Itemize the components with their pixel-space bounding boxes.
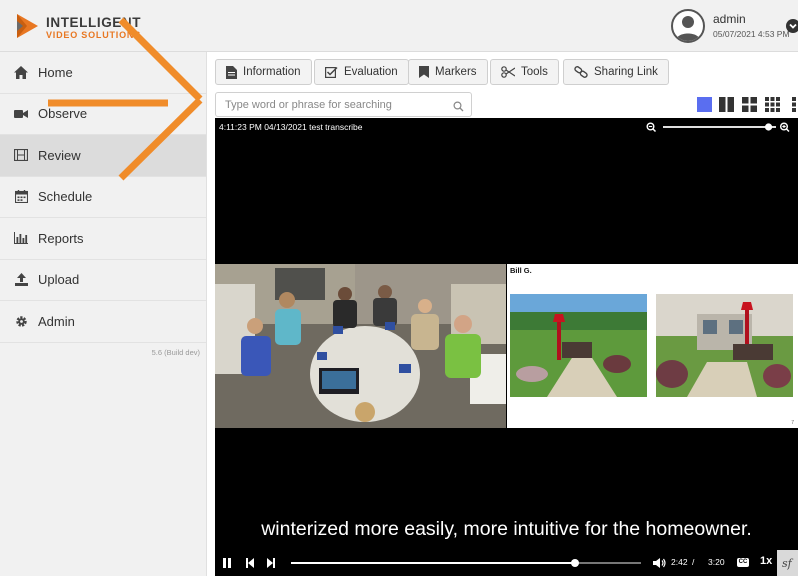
calendar-icon bbox=[14, 190, 28, 204]
slide-photo-1 bbox=[510, 294, 647, 397]
presentation-slide: Bill G. 7 bbox=[507, 264, 798, 428]
layout-two-column-button[interactable] bbox=[719, 97, 734, 112]
player-controls: 2:42 / 3:20 CC 1x sf bbox=[215, 550, 798, 576]
sidebar-item-reports[interactable]: Reports bbox=[0, 218, 206, 260]
search-input[interactable] bbox=[216, 93, 451, 116]
sidebar-item-label: Upload bbox=[38, 272, 80, 288]
sidebar-item-home[interactable]: Home bbox=[0, 52, 206, 94]
top-header: INTELLIGENT VIDEO SOLUTIONS admin 05/07/… bbox=[0, 0, 798, 52]
gear-icon bbox=[14, 314, 28, 328]
home-icon bbox=[14, 65, 28, 79]
information-button-label: Information bbox=[243, 66, 301, 78]
bookmark-icon bbox=[419, 66, 429, 78]
build-version: 5.6 (Build dev) bbox=[151, 348, 200, 357]
playback-speed-button[interactable]: 1x bbox=[760, 555, 772, 567]
slide-title: Bill G. bbox=[510, 266, 532, 275]
sidebar-item-label: Admin bbox=[38, 313, 75, 329]
layout-columns-icon bbox=[719, 97, 734, 112]
playback-progress-fill bbox=[291, 562, 575, 564]
zoom-in-icon bbox=[779, 122, 790, 133]
sidebar: Home Observe Review Schedule Reports Upl… bbox=[0, 52, 207, 576]
layout-single-icon bbox=[697, 97, 712, 112]
search-icon[interactable] bbox=[453, 99, 464, 117]
layout-grid-3x3-icon bbox=[765, 97, 780, 112]
sidebar-item-observe[interactable]: Observe bbox=[0, 94, 206, 135]
sidebar-item-label: Observe bbox=[38, 106, 88, 122]
layout-single-button[interactable] bbox=[697, 97, 712, 112]
edit-checkbox-icon bbox=[325, 66, 338, 78]
sidebar-item-label: Home bbox=[38, 64, 73, 80]
logo-text-line1: INTELLIGENT bbox=[46, 15, 142, 30]
logo-mark-icon bbox=[17, 14, 38, 38]
layout-grid-icon bbox=[742, 97, 757, 112]
information-button[interactable]: Information bbox=[215, 59, 312, 85]
slide-photos bbox=[510, 294, 793, 397]
closed-captions-button[interactable]: CC bbox=[737, 558, 749, 567]
playback-scrubber-handle[interactable] bbox=[570, 559, 579, 567]
skip-back-icon[interactable] bbox=[245, 556, 255, 574]
current-time: 2:42 bbox=[671, 557, 688, 567]
video-content: Bill G. 7 bbox=[215, 264, 798, 428]
layout-grid-2x2-button[interactable] bbox=[742, 97, 757, 112]
sidebar-item-upload[interactable]: Upload bbox=[0, 260, 206, 301]
layout-list-button[interactable] bbox=[788, 97, 798, 112]
volume-icon[interactable] bbox=[653, 556, 666, 574]
user-datetime: 05/07/2021 4:53 PM bbox=[713, 29, 790, 39]
video-camera-icon bbox=[14, 107, 28, 121]
sidebar-item-schedule[interactable]: Schedule bbox=[0, 177, 206, 218]
duration: 3:20 bbox=[708, 557, 725, 567]
markers-button-label: Markers bbox=[435, 66, 477, 78]
layout-grid-3x3-button[interactable] bbox=[765, 97, 780, 112]
app-window: INTELLIGENT VIDEO SOLUTIONS admin 05/07/… bbox=[0, 0, 798, 576]
time-separator: / bbox=[692, 557, 695, 567]
sharing-link-button[interactable]: Sharing Link bbox=[563, 59, 669, 85]
svg-text:sf: sf bbox=[782, 557, 794, 570]
transcript-search bbox=[215, 92, 472, 117]
closed-caption-text: winterized more easily, more intuitive f… bbox=[261, 518, 752, 540]
slide-page-number: 7 bbox=[791, 420, 794, 426]
slide-photo-2 bbox=[656, 294, 793, 397]
sidebar-item-admin[interactable]: Admin bbox=[0, 301, 206, 343]
markers-button[interactable]: Markers bbox=[408, 59, 488, 85]
user-avatar[interactable] bbox=[671, 9, 705, 43]
evaluation-button[interactable]: Evaluation bbox=[314, 59, 409, 85]
video-player[interactable]: 4:11:23 PM 04/13/2021 test transcribe Bi… bbox=[215, 118, 798, 576]
user-silhouette-icon bbox=[676, 16, 700, 41]
zoom-slider-handle bbox=[764, 123, 773, 131]
logo-text-line2: VIDEO SOLUTIONS bbox=[46, 30, 142, 40]
evaluation-button-label: Evaluation bbox=[344, 66, 398, 78]
sidebar-item-label: Reports bbox=[38, 230, 84, 246]
link-icon bbox=[574, 66, 588, 78]
tools-button-label: Tools bbox=[521, 66, 548, 78]
sidebar-item-review[interactable]: Review bbox=[0, 135, 206, 177]
sidebar-item-label: Review bbox=[38, 147, 81, 163]
tools-button[interactable]: Tools bbox=[490, 59, 559, 85]
sharing-link-button-label: Sharing Link bbox=[594, 66, 658, 78]
meeting-camera-feed bbox=[215, 264, 506, 428]
scissors-icon bbox=[501, 66, 515, 78]
user-menu-chevron-down-icon[interactable] bbox=[786, 19, 798, 33]
skip-forward-icon[interactable] bbox=[266, 556, 276, 574]
film-icon bbox=[14, 148, 28, 162]
playback-progress-bar[interactable] bbox=[291, 559, 641, 567]
recording-title: 4:11:23 PM 04/13/2021 test transcribe bbox=[219, 122, 363, 132]
user-name[interactable]: admin bbox=[713, 12, 746, 26]
upload-icon bbox=[14, 273, 28, 287]
ivs-logo[interactable]: INTELLIGENT VIDEO SOLUTIONS bbox=[14, 10, 164, 44]
sidebar-item-label: Schedule bbox=[38, 189, 93, 205]
pause-icon[interactable] bbox=[222, 556, 232, 574]
document-icon bbox=[226, 65, 237, 79]
bar-chart-icon bbox=[14, 231, 28, 245]
zoom-control[interactable] bbox=[645, 119, 795, 135]
zoom-out-icon bbox=[646, 122, 657, 133]
player-brand-icon: sf bbox=[777, 550, 798, 576]
layout-list-icon bbox=[792, 97, 796, 112]
